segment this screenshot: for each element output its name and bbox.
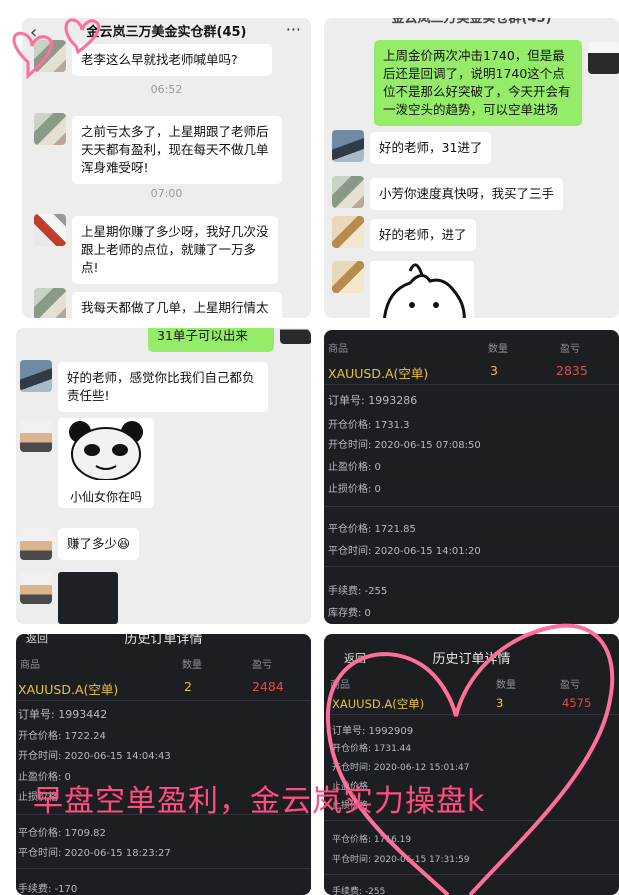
swap: 库存费: 0 [328, 608, 371, 619]
chat-panel-2: 金云岚三万美金实仓群(45) 上周金价两次冲击1740，但是最后还是回调了，说明… [324, 18, 619, 318]
order-panel-1: 商品 数量 盈亏 XAUUSD.A(空单) 3 2835 订单号: 199328… [324, 330, 619, 624]
avatar[interactable] [34, 113, 66, 145]
message-bubble: 老李这么早就找老师喊单吗? [72, 44, 272, 76]
avatar[interactable] [20, 528, 52, 560]
order-panel-2: 返回 历史订单详情 商品 数量 盈亏 XAUUSD.A(空单) 2 2484 订… [16, 634, 311, 895]
col-product: 商品 [330, 680, 350, 691]
close-price: 平仓价格: 1721.85 [328, 524, 416, 535]
avatar-self[interactable] [588, 42, 619, 74]
order-qty: 3 [496, 696, 504, 710]
message-bubble: 赚了多少😆 [58, 528, 140, 560]
chat-panel-3: 31单子可以出来 好的老师，感觉你比我们自己都负责任些! 小仙女你在吗 赚了多少… [16, 328, 311, 624]
order-symbol: XAUUSD.A(空单) [332, 697, 425, 711]
order-id: 订单号: 1992909 [332, 726, 414, 737]
close-price: 平仓价格: 1709.82 [18, 828, 106, 839]
col-product: 商品 [20, 660, 40, 671]
stop-loss: 止损价格: 0 [328, 484, 381, 495]
open-time: 开仓时间: 2020-06-15 14:04:43 [18, 751, 171, 762]
order-pnl: 4575 [562, 696, 592, 710]
order-detail-title: 历史订单详情 [124, 634, 203, 647]
order-panel-3: 返回 历史订单详情 商品 数量 盈亏 XAUUSD.A(空单) 3 4575 订… [324, 634, 619, 895]
divider [324, 566, 619, 567]
avatar[interactable] [20, 360, 52, 392]
open-time: 开仓时间: 2020-06-15 07:08:50 [328, 440, 481, 451]
more-icon[interactable]: ··· [286, 18, 301, 45]
order-id: 订单号: 1993286 [328, 394, 418, 407]
close-time: 平仓时间: 2020-06-15 18:23:27 [18, 848, 171, 859]
timestamp: 06:52 [150, 83, 183, 96]
message-bubble: 好的老师，进了 [370, 219, 476, 251]
col-pnl: 盈亏 [560, 344, 580, 355]
message-bubble: 好的老师，感觉你比我们自己都负责任些! [58, 362, 268, 412]
divider [324, 506, 619, 507]
col-pnl: 盈亏 [560, 680, 580, 691]
message-bubble-self: 31单子可以出来 [148, 328, 274, 352]
avatar[interactable] [20, 420, 52, 452]
divider [16, 868, 311, 869]
divider [324, 714, 619, 715]
col-qty: 数量 [182, 660, 202, 671]
avatar[interactable] [332, 176, 364, 208]
avatar[interactable] [34, 40, 66, 72]
order-pnl: 2835 [556, 363, 588, 378]
message-bubble: 之前亏太多了，上星期跟了老师后天天都有盈利，现在每天不做几单浑身难受呀! [72, 116, 282, 184]
open-time: 开仓时间: 2020-06-12 15:01:47 [332, 763, 470, 773]
message-bubble: 好的老师，31进了 [370, 132, 492, 164]
screenshot-thumbnail[interactable] [58, 572, 118, 624]
close-price: 平仓价格: 1716.19 [332, 835, 412, 845]
col-pnl: 盈亏 [252, 660, 272, 671]
order-qty: 3 [490, 363, 498, 378]
avatar[interactable] [20, 572, 52, 604]
message-bubble: 我每天都做了几单，上星期行情太好了，抛去亏的赚了三万多 [72, 292, 282, 318]
commission: 手续费: -255 [332, 887, 386, 895]
chat-header: 金云岚三万美金实仓群(45) [324, 18, 619, 34]
order-detail-title: 历史订单详情 [432, 652, 511, 667]
avatar[interactable] [34, 214, 66, 246]
divider [324, 874, 619, 875]
panda-sticker-icon [69, 421, 143, 481]
rabbit-sticker-icon [383, 263, 466, 318]
divider [16, 700, 311, 701]
order-qty: 2 [184, 679, 192, 694]
sticker-image [370, 261, 474, 318]
divider [324, 384, 619, 385]
avatar[interactable] [332, 130, 364, 162]
open-price: 开仓价格: 1722.24 [18, 731, 106, 742]
avatar[interactable] [332, 261, 364, 293]
take-profit: 止盈价格: 0 [328, 462, 381, 473]
group-title: 金云岚三万美金实仓群(45) [86, 25, 247, 40]
col-qty: 数量 [496, 680, 516, 691]
close-time: 平仓时间: 2020-06-15 14:01:20 [328, 546, 481, 557]
timestamp: 07:00 [150, 187, 183, 200]
sticker-message: 小仙女你在吗 [58, 418, 154, 508]
order-id: 订单号: 1993442 [18, 708, 108, 721]
order-symbol: XAUUSD.A(空单) [18, 682, 119, 697]
commission: 手续费: -170 [18, 884, 78, 895]
order-symbol: XAUUSD.A(空单) [328, 366, 429, 381]
message-bubble: 小芳你速度真快呀，我买了三手 [370, 178, 564, 210]
col-product: 商品 [328, 344, 348, 355]
order-pnl: 2484 [252, 679, 284, 694]
avatar-self[interactable] [280, 328, 311, 344]
col-qty: 数量 [488, 344, 508, 355]
close-time: 平仓时间: 2020-06-15 17:31:59 [332, 855, 470, 865]
avatar[interactable] [34, 288, 66, 318]
avatar[interactable] [332, 216, 364, 248]
message-bubble: 上星期你赚了多少呀，我好几次没跟上老师的点位，就赚了一万多点! [72, 216, 278, 284]
group-title: 金云岚三万美金实仓群(45) [391, 18, 552, 26]
overlay-caption: 早盘空单盈利，金云岚实力操盘k [33, 784, 486, 819]
chat-panel-1: ‹ 金云岚三万美金实仓群(45) ··· 老李这么早就找老师喊单吗? 06:52… [22, 18, 311, 318]
open-price: 开仓价格: 1731.3 [328, 420, 410, 431]
open-price: 开仓价格: 1731.44 [332, 744, 412, 754]
sticker-caption: 小仙女你在吗 [69, 490, 142, 504]
commission: 手续费: -255 [328, 586, 388, 597]
divider [324, 820, 619, 821]
message-bubble-self: 上周金价两次冲击1740，但是最后还是回调了，说明1740这个点位不是那么好突破… [374, 40, 582, 126]
